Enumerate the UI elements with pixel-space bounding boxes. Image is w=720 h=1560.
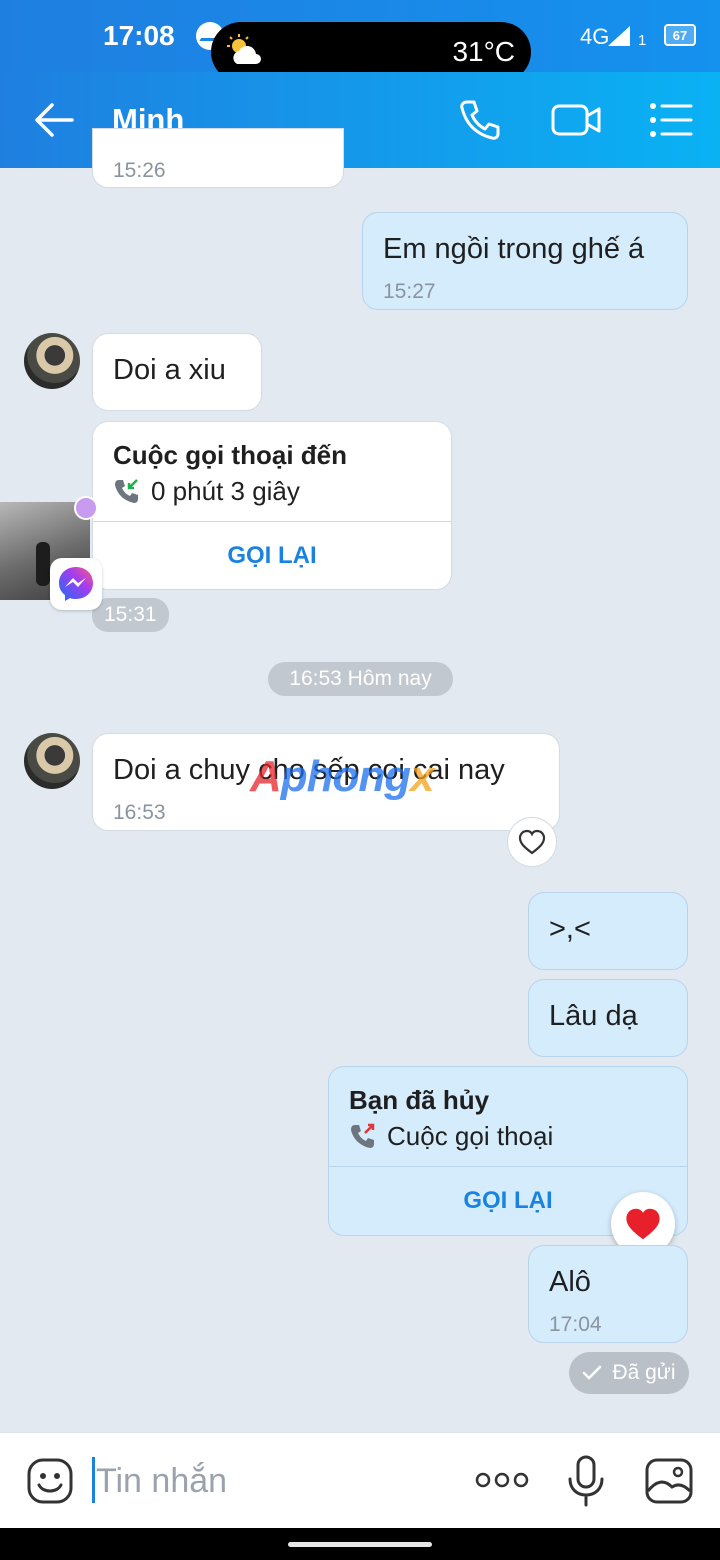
call-duration: 0 phút 3 giây: [151, 476, 300, 506]
message-incoming[interactable]: Doi a xiu: [92, 333, 262, 411]
message-text: Em ngồi trong ghế á: [383, 233, 645, 265]
menu-list-icon[interactable]: [648, 100, 694, 140]
phone-icon[interactable]: [458, 98, 502, 142]
system-nav-bar: [0, 1528, 720, 1560]
emoji-sticker-icon[interactable]: [26, 1457, 74, 1505]
message-text: Alô: [549, 1266, 591, 1298]
outgoing-call-icon: [351, 1123, 375, 1148]
message-time: 16:53: [113, 801, 166, 824]
sent-status-text: Đã gửi: [612, 1361, 676, 1384]
message-time: 17:04: [549, 1313, 602, 1336]
back-arrow-icon[interactable]: [32, 100, 76, 140]
video-camera-icon[interactable]: [550, 98, 602, 142]
status-time: 17:08: [103, 20, 175, 51]
message-input[interactable]: [96, 1451, 456, 1511]
message-outgoing[interactable]: Lâu dạ: [528, 979, 688, 1057]
message-time-chip: 15:31: [92, 598, 169, 632]
chat-head-photo: [36, 542, 50, 586]
call-back-button[interactable]: GỌI LẠI: [93, 522, 451, 589]
partly-cloudy-icon: [227, 34, 261, 64]
sent-status-badge: Đã gửi: [569, 1352, 689, 1394]
message-incoming[interactable]: 15:26: [92, 128, 344, 188]
message-outgoing[interactable]: Alô 17:04: [528, 1245, 688, 1343]
chat-head-status-dot: [74, 496, 98, 520]
temperature: 31°C: [452, 36, 515, 67]
call-type: Cuộc gọi thoại: [387, 1121, 554, 1151]
microphone-icon[interactable]: [566, 1455, 606, 1509]
call-detail-row: Cuộc gọi thoại: [349, 1121, 553, 1152]
message-text: >,<: [549, 913, 591, 945]
message-composer: [0, 1432, 720, 1528]
call-detail-row: 0 phút 3 giây: [113, 476, 300, 507]
message-outgoing[interactable]: >,<: [528, 892, 688, 970]
heart-outline-icon: [518, 829, 546, 855]
network-type: 4G: [580, 24, 610, 49]
home-gesture-handle[interactable]: [288, 1542, 432, 1547]
call-title: Cuộc gọi thoại đến: [113, 440, 347, 470]
message-text: Lâu dạ: [549, 1000, 638, 1032]
image-gallery-icon[interactable]: [644, 1457, 694, 1505]
sim-indicator: 1: [638, 32, 647, 49]
red-heart-icon: [626, 1208, 660, 1240]
message-time: 15:26: [113, 159, 166, 182]
message-outgoing[interactable]: Em ngồi trong ghế á 15:27: [362, 212, 688, 310]
signal-icon: [608, 26, 630, 46]
messenger-icon: [50, 558, 102, 610]
contact-avatar[interactable]: [24, 333, 80, 389]
more-options-icon[interactable]: [474, 1467, 530, 1493]
contact-avatar[interactable]: [24, 733, 80, 789]
message-text: Doi a xiu: [113, 354, 226, 386]
message-time: 15:27: [383, 280, 436, 303]
battery-icon: 67: [664, 24, 696, 46]
status-bar: 17:08 31°C 4G 1 67: [0, 0, 720, 82]
react-heart-button[interactable]: [507, 817, 557, 867]
call-title: Bạn đã hủy: [349, 1085, 490, 1115]
watermark-logo: Aphongx: [250, 752, 435, 801]
incoming-call-icon: [115, 478, 138, 503]
check-icon: [583, 1365, 602, 1380]
date-divider: 16:53 Hôm nay: [268, 662, 453, 696]
incoming-call-card: Cuộc gọi thoại đến 0 phút 3 giây GỌI LẠI: [92, 421, 452, 590]
text-cursor: [92, 1457, 95, 1503]
